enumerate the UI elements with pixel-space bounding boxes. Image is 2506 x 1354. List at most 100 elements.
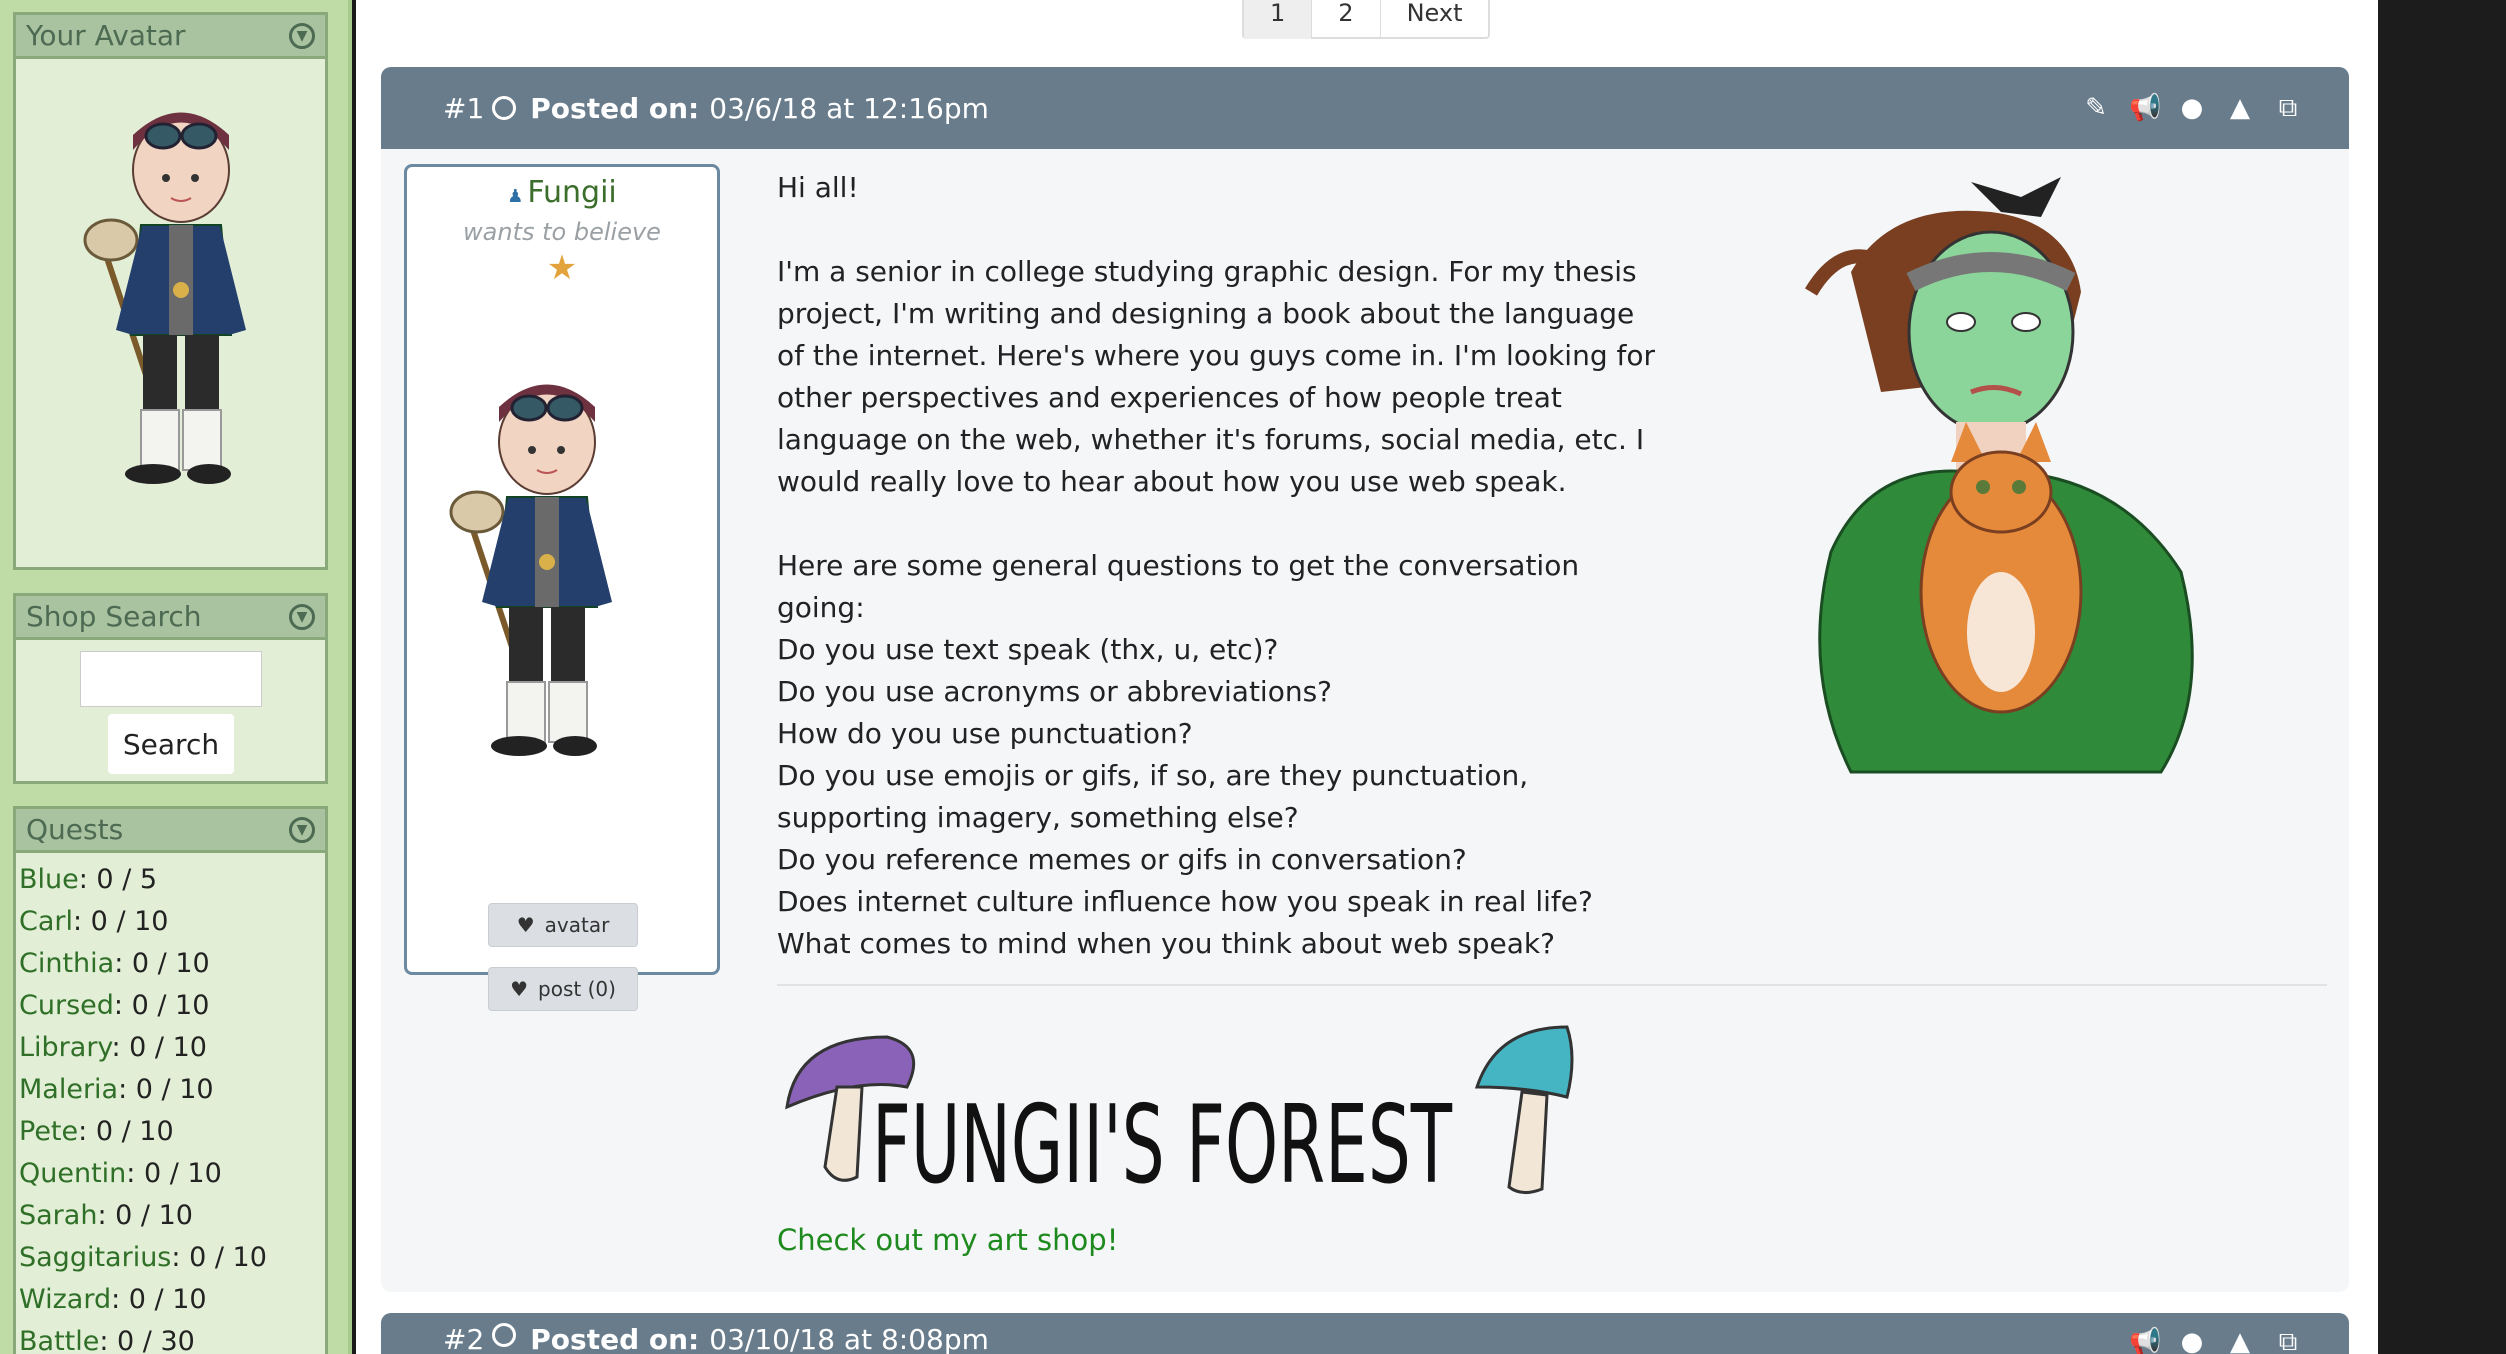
post-date: 03/6/18 at 12:16pm bbox=[709, 91, 989, 125]
quest-link[interactable]: Library bbox=[19, 1032, 111, 1063]
author-avatar-image[interactable] bbox=[437, 362, 637, 782]
chevron-down-icon[interactable]: ▼ bbox=[289, 603, 315, 630]
quest-link[interactable]: Battle bbox=[19, 1326, 99, 1354]
shop-search-button[interactable]: Search bbox=[108, 714, 234, 774]
edit-icon[interactable]: ✎ bbox=[2081, 93, 2111, 123]
quest-item: Battle: 0 / 30 bbox=[19, 1321, 325, 1354]
comment-icon[interactable]: ● bbox=[2177, 1327, 2207, 1354]
author-name-text[interactable]: Fungii bbox=[527, 175, 616, 210]
avatar-like-button[interactable]: ♥ avatar bbox=[488, 903, 638, 947]
avatar-widget-header[interactable]: Your Avatar ▼ bbox=[16, 15, 325, 59]
questions-intro: Here are some general questions to get t… bbox=[777, 549, 1580, 624]
comment-icon[interactable]: ● bbox=[2177, 93, 2207, 123]
question-line: Do you reference memes or gifs in conver… bbox=[777, 843, 1467, 876]
shop-search-widget: Shop Search ▼ Search bbox=[13, 593, 328, 784]
quest-link[interactable]: Quentin bbox=[19, 1158, 126, 1189]
author-name[interactable]: ♟ Fungii bbox=[407, 175, 717, 210]
chevron-down-icon[interactable]: ▼ bbox=[289, 816, 315, 843]
post-greeting: Hi all! bbox=[777, 171, 859, 204]
page-2-link[interactable]: 2 bbox=[1311, 0, 1379, 39]
posted-label: Posted on: bbox=[530, 91, 700, 125]
quest-link[interactable]: Saggitarius bbox=[19, 1242, 171, 1273]
post-number[interactable]: #2 bbox=[443, 1323, 484, 1354]
user-icon: ♟ bbox=[507, 186, 524, 207]
heart-icon: ♥ bbox=[510, 977, 529, 1001]
quest-progress: : 0 / 30 bbox=[99, 1326, 195, 1354]
quests-title: Quests bbox=[26, 813, 124, 846]
post-like-label: post (0) bbox=[538, 977, 616, 1001]
star-icon: ★ bbox=[546, 248, 578, 288]
chevron-down-icon[interactable]: ▼ bbox=[289, 22, 315, 49]
quest-link[interactable]: Cinthia bbox=[19, 948, 114, 979]
shop-search-header[interactable]: Shop Search ▼ bbox=[16, 596, 325, 640]
quest-item: Saggitarius: 0 / 10 bbox=[19, 1237, 325, 1279]
question-line: What comes to mind when you think about … bbox=[777, 927, 1556, 960]
clock-icon bbox=[492, 96, 517, 120]
quest-progress: : 0 / 10 bbox=[111, 1284, 207, 1315]
pagination: 1 2 Next bbox=[1242, 0, 1491, 39]
heart-icon: ♥ bbox=[516, 913, 535, 937]
shop-search-input[interactable] bbox=[80, 651, 262, 707]
author-profile-card: ♟ Fungii wants to believe ★ ♥ avatar ♥ p… bbox=[404, 164, 720, 1011]
quest-progress: : 0 / 10 bbox=[171, 1242, 267, 1273]
warning-icon[interactable]: ▲ bbox=[2225, 1327, 2255, 1354]
quest-link[interactable]: Cursed bbox=[19, 990, 114, 1021]
megaphone-icon[interactable]: 📢 bbox=[2129, 93, 2161, 123]
quest-link[interactable]: Blue bbox=[19, 864, 79, 895]
question-line: Does internet culture influence how you … bbox=[777, 885, 1593, 918]
quests-widget: Quests ▼ Blue: 0 / 5 Carl: 0 / 10 Cinthi… bbox=[13, 806, 328, 1354]
post-actions: 📢 ● ▲ ⧉ bbox=[2129, 1327, 2303, 1354]
post: #1 Posted on: 03/6/18 at 12:16pm ✎ 📢 ● ▲… bbox=[381, 67, 2349, 1292]
post-header: #2 Posted on: 03/10/18 at 8:08pm 📢 ● ▲ ⧉ bbox=[381, 1313, 2349, 1354]
quest-list: Blue: 0 / 5 Carl: 0 / 10 Cinthia: 0 / 10… bbox=[16, 853, 325, 1354]
signature-banner[interactable]: FUNGII'S FOREST bbox=[777, 1017, 1577, 1217]
quest-progress: : 0 / 10 bbox=[126, 1158, 222, 1189]
question-line: Do you use acronyms or abbreviations? bbox=[777, 675, 1333, 708]
avatar-widget: Your Avatar ▼ bbox=[13, 12, 328, 570]
question-line: Do you use emojis or gifs, if so, are th… bbox=[777, 759, 1529, 834]
posted-label: Posted on: bbox=[530, 1323, 700, 1354]
post: #2 Posted on: 03/10/18 at 8:08pm 📢 ● ▲ ⧉ bbox=[381, 1313, 2349, 1354]
post-number[interactable]: #1 bbox=[443, 92, 484, 125]
question-line: Do you use text speak (thx, u, etc)? bbox=[777, 633, 1279, 666]
forum-thread: 1 2 Next #1 Posted on: 03/6/18 at 12:16p… bbox=[356, 0, 2378, 1354]
quest-item: Library: 0 / 10 bbox=[19, 1027, 325, 1069]
warning-icon[interactable]: ▲ bbox=[2225, 93, 2255, 123]
quest-item: Quentin: 0 / 10 bbox=[19, 1153, 325, 1195]
avatar-like-label: avatar bbox=[544, 913, 610, 937]
megaphone-icon[interactable]: 📢 bbox=[2129, 1327, 2161, 1354]
external-link-icon[interactable]: ⧉ bbox=[2273, 93, 2303, 123]
quest-item: Wizard: 0 / 10 bbox=[19, 1279, 325, 1321]
quest-item: Cursed: 0 / 10 bbox=[19, 985, 325, 1027]
quest-link[interactable]: Sarah bbox=[19, 1200, 97, 1231]
user-avatar-image[interactable] bbox=[71, 90, 271, 510]
avatar-widget-title: Your Avatar bbox=[26, 19, 186, 52]
next-page-link[interactable]: Next bbox=[1379, 0, 1489, 39]
quest-progress: : 0 / 10 bbox=[73, 906, 169, 937]
clock-icon bbox=[492, 1323, 517, 1347]
quest-progress: : 0 / 5 bbox=[78, 864, 158, 895]
post-actions: ✎ 📢 ● ▲ ⧉ bbox=[2081, 93, 2303, 123]
quest-item: Maleria: 0 / 10 bbox=[19, 1069, 325, 1111]
quest-link[interactable]: Pete bbox=[19, 1116, 78, 1147]
quest-item: Blue: 0 / 5 bbox=[19, 859, 325, 901]
page-1-link[interactable]: 1 bbox=[1244, 0, 1312, 39]
post-content: Hi all! I'm a senior in college studying… bbox=[777, 167, 1657, 965]
quest-item: Cinthia: 0 / 10 bbox=[19, 943, 325, 985]
post-date: 03/10/18 at 8:08pm bbox=[709, 1323, 989, 1354]
quests-header[interactable]: Quests ▼ bbox=[16, 809, 325, 853]
author-tagline: wants to believe bbox=[463, 218, 661, 246]
quest-item: Carl: 0 / 10 bbox=[19, 901, 325, 943]
question-line: How do you use punctuation? bbox=[777, 717, 1193, 750]
quest-link[interactable]: Maleria bbox=[19, 1074, 118, 1105]
external-link-icon[interactable]: ⧉ bbox=[2273, 1327, 2303, 1354]
art-shop-link[interactable]: Check out my art shop! bbox=[777, 1223, 1118, 1257]
quest-progress: : 0 / 10 bbox=[111, 1032, 207, 1063]
quest-link[interactable]: Carl bbox=[19, 906, 73, 937]
quest-progress: : 0 / 10 bbox=[118, 1074, 214, 1105]
post-like-button[interactable]: ♥ post (0) bbox=[488, 967, 638, 1011]
quest-item: Pete: 0 / 10 bbox=[19, 1111, 325, 1153]
quest-link[interactable]: Wizard bbox=[19, 1284, 111, 1315]
quest-progress: : 0 / 10 bbox=[114, 948, 210, 979]
shop-search-title: Shop Search bbox=[26, 600, 202, 633]
